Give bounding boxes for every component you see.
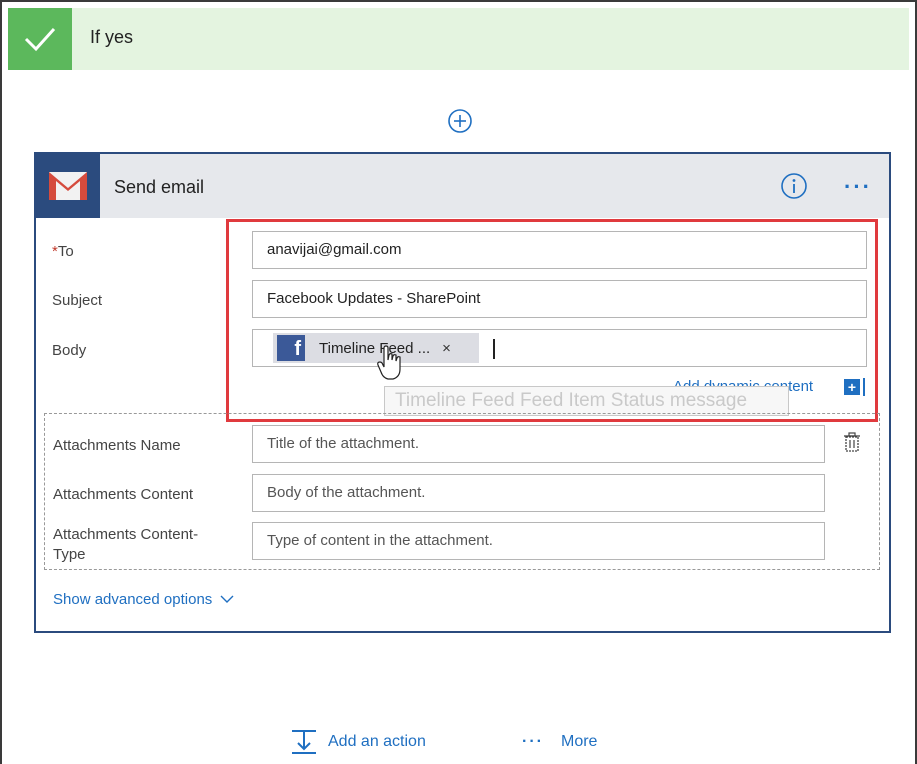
attachments-content-type-label-line1: Attachments Content- — [53, 526, 199, 543]
attachments-content-type-label: Attachments Content- Type — [53, 525, 198, 565]
condition-branch-header[interactable]: If yes — [8, 8, 909, 70]
chevron-down-icon — [220, 595, 234, 603]
card-title: Send email — [114, 177, 205, 197]
subject-label: Subject — [52, 292, 103, 309]
add-circle-icon[interactable] — [447, 108, 473, 134]
highlight-box — [226, 219, 878, 422]
card-header[interactable]: Send email ··· — [36, 154, 889, 218]
attachments-content-type-label-line2: Type — [53, 546, 86, 563]
attachments-name-field[interactable]: Title of the attachment. — [252, 425, 825, 463]
to-label-text: To — [57, 243, 74, 260]
gmail-icon — [36, 154, 100, 218]
to-label: *To — [52, 243, 74, 260]
card-more-menu[interactable]: ··· — [844, 174, 872, 200]
attachments-content-field[interactable]: Body of the attachment. — [252, 474, 825, 512]
more-button[interactable]: More — [561, 733, 597, 751]
more-dots-icon[interactable]: ··· — [522, 733, 544, 751]
info-icon[interactable] — [780, 172, 808, 200]
trash-icon[interactable] — [843, 432, 861, 452]
attachments-content-type-field[interactable]: Type of content in the attachment. — [252, 522, 825, 560]
hand-cursor-icon — [377, 345, 401, 380]
show-advanced-label: Show advanced options — [53, 591, 213, 608]
body-label: Body — [52, 342, 87, 359]
add-action-icon[interactable] — [290, 728, 318, 756]
attachments-content-label: Attachments Content — [53, 486, 194, 503]
attachments-name-label: Attachments Name — [53, 437, 181, 454]
check-icon — [8, 8, 72, 70]
add-action-button[interactable]: Add an action — [328, 733, 426, 751]
condition-title: If yes — [90, 27, 134, 47]
show-advanced-options[interactable]: Show advanced options — [53, 591, 234, 608]
